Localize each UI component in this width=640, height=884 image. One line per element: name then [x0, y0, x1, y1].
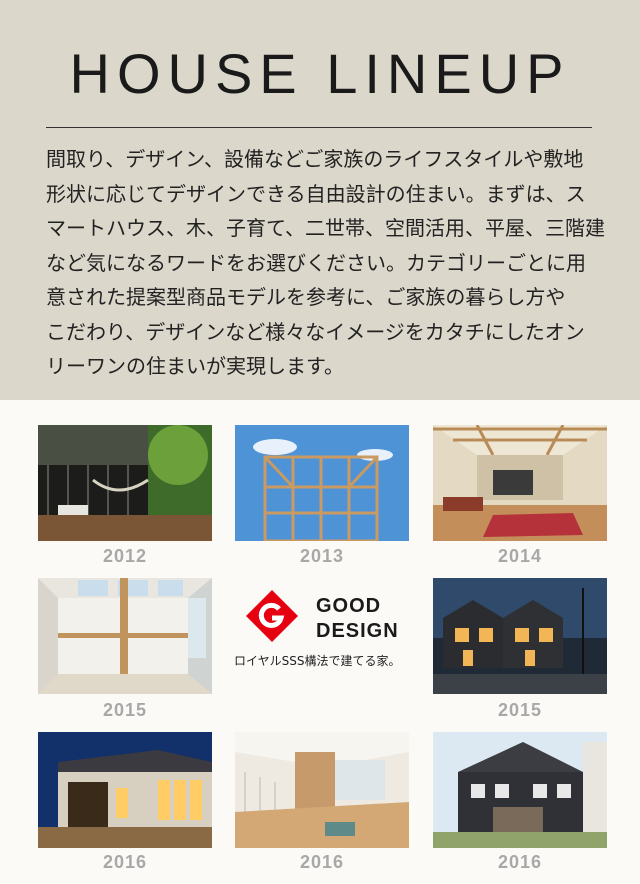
house-photo-2013[interactable]	[235, 425, 409, 541]
house-photo-2014[interactable]	[433, 425, 607, 541]
title-divider	[46, 127, 592, 128]
house-photo-2015-a-image	[38, 578, 212, 694]
good-design-word-design: DESIGN	[316, 620, 399, 642]
intro-panel: HOUSE LINEUP 間取り、デザイン、設備などご家族のライフスタイルや敷地…	[0, 0, 640, 400]
house-photo-2016-b-image	[235, 732, 409, 848]
house-photo-2016-a-image	[38, 732, 212, 848]
year-label: 2013	[299, 546, 345, 566]
intro-line: 意された提案型商品モデルを参考に、ご家族の暮らし方や	[46, 285, 566, 309]
year-label: 2015	[497, 700, 543, 720]
intro-text: 間取り、デザイン、設備などご家族のライフスタイルや敷地 形状に応じてデザインでき…	[46, 142, 606, 384]
house-photo-2015-a[interactable]	[38, 578, 212, 694]
intro-line: など気になるワードをお選びください。カテゴリーごとに用	[46, 250, 586, 275]
house-photo-2014-image	[433, 425, 607, 541]
year-label: 2016	[299, 852, 345, 872]
year-label: 2016	[102, 852, 148, 872]
house-photo-2013-image	[235, 425, 409, 541]
year-label: 2016	[497, 852, 543, 872]
year-label: 2015	[102, 700, 148, 720]
house-photo-2012-image	[38, 425, 212, 541]
good-design-caption: ロイヤルSSS構法で建てる家。	[234, 654, 401, 668]
house-photo-2016-a[interactable]	[38, 732, 212, 848]
good-design-badge: GOOD DESIGN ロイヤルSSS構法で建てる家。	[234, 590, 414, 680]
good-design-word-good: GOOD	[316, 595, 382, 617]
intro-line: こだわり、デザインなど様々なイメージをカタチにしたオン	[46, 319, 585, 344]
house-photo-2015-b[interactable]	[433, 578, 607, 694]
house-photo-2016-b[interactable]	[235, 732, 409, 848]
intro-line: 間取り、デザイン、設備などご家族のライフスタイルや敷地	[46, 147, 584, 171]
intro-line: 形状に応じてデザインできる自由設計の住まい。まずは、ス	[46, 181, 586, 206]
house-photo-2016-c-image	[433, 732, 607, 848]
house-photo-2016-c[interactable]	[433, 732, 607, 848]
intro-line: マートハウス、木、子育て、二世帯、空間活用、平屋、三階建	[46, 216, 605, 240]
house-photo-2015-b-image	[433, 578, 607, 694]
good-design-mark-icon	[246, 590, 298, 642]
year-label: 2014	[497, 546, 543, 566]
page-title: HOUSE LINEUP	[69, 42, 571, 105]
intro-line: リーワンの住まいが実現します。	[46, 354, 344, 378]
year-label: 2012	[102, 546, 148, 566]
house-photo-2012[interactable]	[38, 425, 212, 541]
